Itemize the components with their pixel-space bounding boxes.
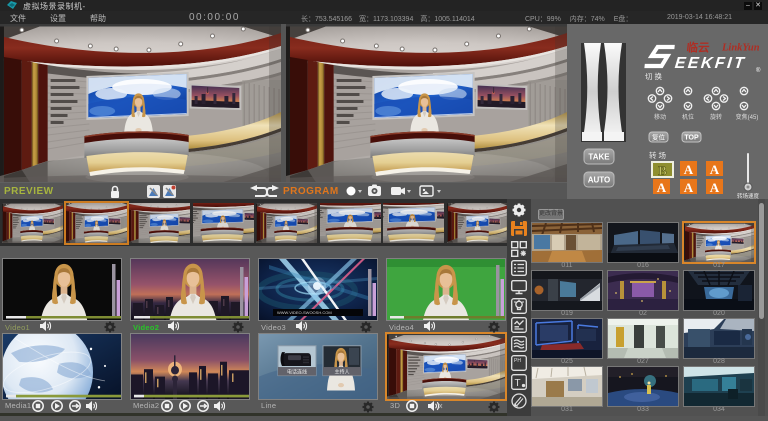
svg-text:A: A <box>710 180 720 195</box>
svg-text:变焦(45): 变焦(45) <box>736 113 759 121</box>
svg-text:旋转: 旋转 <box>710 113 722 121</box>
svg-text:PH: PH <box>514 358 521 364</box>
svg-text:转场速度: 转场速度 <box>737 192 760 199</box>
svg-text:LinkYun: LinkYun <box>721 43 760 54</box>
svg-text:A: A <box>684 180 694 195</box>
svg-text:TOP: TOP <box>684 135 699 142</box>
svg-text:移动: 移动 <box>654 113 666 121</box>
svg-text:AUTO: AUTO <box>588 176 611 185</box>
svg-text:临云: 临云 <box>686 41 711 55</box>
svg-text:TAKE: TAKE <box>588 153 610 162</box>
svg-text:切换: 切换 <box>645 71 664 81</box>
svg-text:机位: 机位 <box>682 113 694 121</box>
svg-text:B: B <box>658 163 667 178</box>
svg-text:A: A <box>684 162 694 177</box>
svg-text:转场: 转场 <box>649 150 668 160</box>
svg-text:®: ® <box>756 67 761 74</box>
svg-text:A: A <box>657 180 667 195</box>
svg-text:复位: 复位 <box>652 133 666 142</box>
svg-text:T: T <box>515 378 521 389</box>
svg-text:EEKFIT: EEKFIT <box>674 54 747 72</box>
svg-text:A: A <box>710 162 720 177</box>
